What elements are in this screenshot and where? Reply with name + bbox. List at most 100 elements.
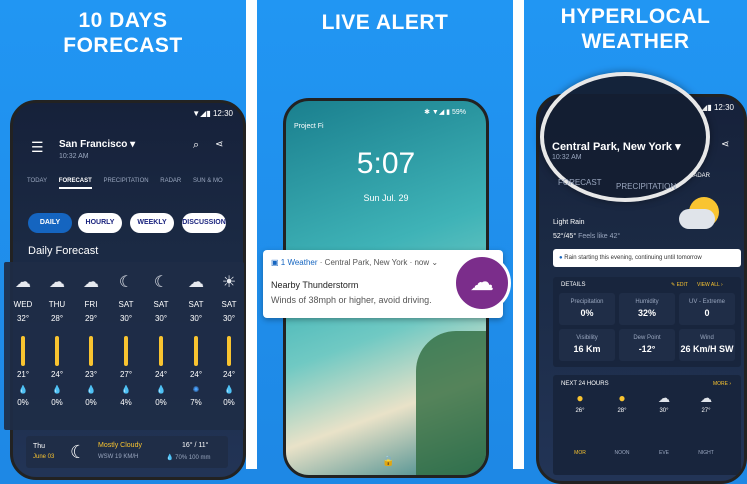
temps-value: 52°/45°	[553, 233, 577, 240]
day-label: SAT	[221, 300, 237, 309]
info-icon: ●	[559, 255, 563, 261]
panel-live-alert: LIVE ALERT Project Fi ✱ ▼◢ ▮ 59% 5:07 Su…	[257, 0, 513, 478]
detail-tile[interactable]: Humidity 32%	[619, 293, 675, 325]
detail-tile[interactable]: UV - Extreme 0	[679, 293, 735, 325]
day-precip: 4%	[120, 398, 132, 407]
notification-body: Winds of 38mph or higher, avoid driving.	[271, 295, 432, 305]
location-time: 10:32 AM	[552, 154, 582, 161]
magnified-location[interactable]: Central Park, New York ▾	[552, 140, 681, 153]
hour-temp: 26°	[575, 408, 585, 414]
tab-sun-moon[interactable]: SUN & MO	[193, 178, 223, 184]
detail-tile[interactable]: Visibility 16 Km	[559, 329, 615, 361]
tab-radar[interactable]: RADAR	[160, 178, 181, 184]
headline-hyperlocal: HYPERLOCAL WEATHER	[524, 4, 747, 54]
edit-link[interactable]: ✎ EDIT	[671, 282, 688, 288]
headline-forecast: 10 DAYS FORECAST	[0, 8, 246, 58]
partly-cloudy-night-icon: ☁	[188, 274, 204, 291]
location-name[interactable]: San Francisco ▾	[59, 139, 135, 150]
temp-bar	[194, 336, 198, 366]
partly-cloudy-night-icon: ☁	[83, 274, 99, 291]
divider	[513, 0, 524, 469]
precip-drop-icon: 💧	[156, 385, 166, 394]
more-label: MORE	[713, 381, 728, 387]
details-card: DETAILS ✎ EDIT VIEW ALL › Precipitation 0…	[553, 277, 741, 367]
next24-card: NEXT 24 HOURS MORE › ● 26° MOR ● 28° NOON ☁ 30°…	[553, 375, 741, 475]
hour-label: NIGHT	[698, 450, 714, 456]
detail-tile[interactable]: Precipitation 0%	[559, 293, 615, 325]
partly-sunny-icon: ☀	[221, 274, 237, 291]
rain-alert-text: Rain starting this evening, continuing u…	[564, 255, 702, 261]
temp-bar	[159, 336, 163, 366]
tab-precipitation[interactable]: PRECIPITATION	[103, 178, 148, 184]
day-low: 24°	[50, 370, 64, 379]
notification-title: Nearby Thunderstorm	[271, 280, 359, 290]
chip-discussion[interactable]: DISCUSSION	[182, 213, 226, 233]
menu-icon[interactable]: ☰	[31, 139, 44, 156]
day-precip: 7%	[190, 398, 202, 407]
day-column[interactable]: ☁ SAT 30° 24° ✺ 7%	[185, 272, 207, 407]
magnifier-circle: Central Park, New York ▾ 10:32 AM FORECA…	[540, 72, 710, 202]
day-column[interactable]: ☁ WED 32° 21° 💧 0%	[12, 272, 34, 407]
detail-label: Precipitation	[570, 299, 604, 305]
temp-bar	[55, 336, 59, 366]
detail-label: Dew Point	[633, 335, 661, 341]
day-precip: 0%	[223, 398, 235, 407]
thunderstorm-icon: ☁	[453, 254, 511, 312]
precip-drop-icon: 💧	[86, 385, 96, 394]
hour-temp: 30°	[659, 408, 669, 414]
tab-forecast[interactable]: FORECAST	[558, 178, 602, 187]
day-low: 21°	[16, 370, 30, 379]
view-all-label: VIEW ALL	[697, 282, 720, 288]
hour-label: EVE	[658, 450, 669, 456]
notification-location: Central Park, New York	[324, 258, 408, 267]
location-label: San Francisco	[59, 139, 128, 150]
location-time: 10:32 AM	[59, 153, 89, 160]
tab-precipitation[interactable]: PRECIPITATION	[616, 182, 676, 191]
more-link[interactable]: MORE ›	[713, 381, 731, 387]
day-label: FRI	[84, 300, 98, 309]
day-detail-row[interactable]: Thu June 03 ☾ Mostly Cloudy WSW 19 KM/H …	[26, 436, 228, 468]
detail-label: Humidity	[635, 299, 659, 305]
day-low: 23°	[84, 370, 98, 379]
day-high: 30°	[154, 314, 168, 323]
day-column[interactable]: ☁ THU 28° 24° 💧 0%	[46, 272, 68, 407]
day-high: 30°	[119, 314, 133, 323]
temp-bar	[227, 336, 231, 366]
day-low: 24°	[154, 370, 168, 379]
lock-icon: 🔒	[382, 456, 395, 467]
share-icon[interactable]: ⋖	[721, 139, 729, 150]
rain-alert-banner[interactable]: ● Rain starting this evening, continuing…	[553, 249, 741, 267]
partly-cloudy-night-icon: ☁	[15, 274, 31, 291]
tab-forecast[interactable]: FORECAST	[58, 178, 92, 189]
chip-hourly[interactable]: HOURLY	[78, 213, 122, 233]
detail-value: 26 Km/H SW	[680, 344, 734, 354]
share-icon[interactable]: ⋖	[215, 139, 223, 150]
detail-tile[interactable]: Wind 26 Km/H SW	[679, 329, 735, 361]
next24-title: NEXT 24 HOURS	[561, 381, 609, 387]
location-label: Central Park, New York	[552, 141, 673, 153]
chip-weekly[interactable]: WEEKLY	[130, 213, 174, 233]
sun-icon: ●	[576, 391, 584, 405]
day-column[interactable]: ☾ SAT 30° 24° 💧 0%	[150, 272, 172, 407]
day-column[interactable]: ☾ SAT 30° 27° 💧 4%	[115, 272, 137, 407]
detail-label: UV - Extreme	[688, 299, 725, 305]
panel-hyperlocal: HYPERLOCAL WEATHER ▼◢▮ 12:30 ⌕ ⋖ RADAR L…	[524, 0, 747, 484]
detail-condition: Mostly Cloudy	[98, 442, 142, 449]
detail-value: -12°	[638, 344, 656, 354]
day-precip: 0%	[51, 398, 63, 407]
notification-app: 1 Weather	[280, 258, 318, 267]
hour-label: MOR	[574, 450, 586, 456]
tab-bar: TODAY FORECAST PRECIPITATION RADAR SUN &…	[27, 178, 233, 189]
battery-level: 59%	[451, 109, 466, 116]
view-all-link[interactable]: VIEW ALL ›	[697, 282, 723, 288]
day-column[interactable]: ☁ FRI 29° 23° 💧 0%	[80, 272, 102, 407]
search-icon[interactable]: ⌕	[193, 139, 199, 152]
tab-today[interactable]: TODAY	[27, 178, 47, 184]
carrier-label: Project Fi	[294, 123, 324, 130]
detail-label: Wind	[700, 335, 714, 341]
notification-time: now	[414, 258, 430, 267]
detail-tile[interactable]: Dew Point -12°	[619, 329, 675, 361]
moon-cloud-icon: ☾	[70, 442, 87, 462]
chip-daily[interactable]: DAILY	[28, 213, 72, 233]
day-column[interactable]: ☀ SAT 30° 24° 💧 0%	[218, 272, 240, 407]
